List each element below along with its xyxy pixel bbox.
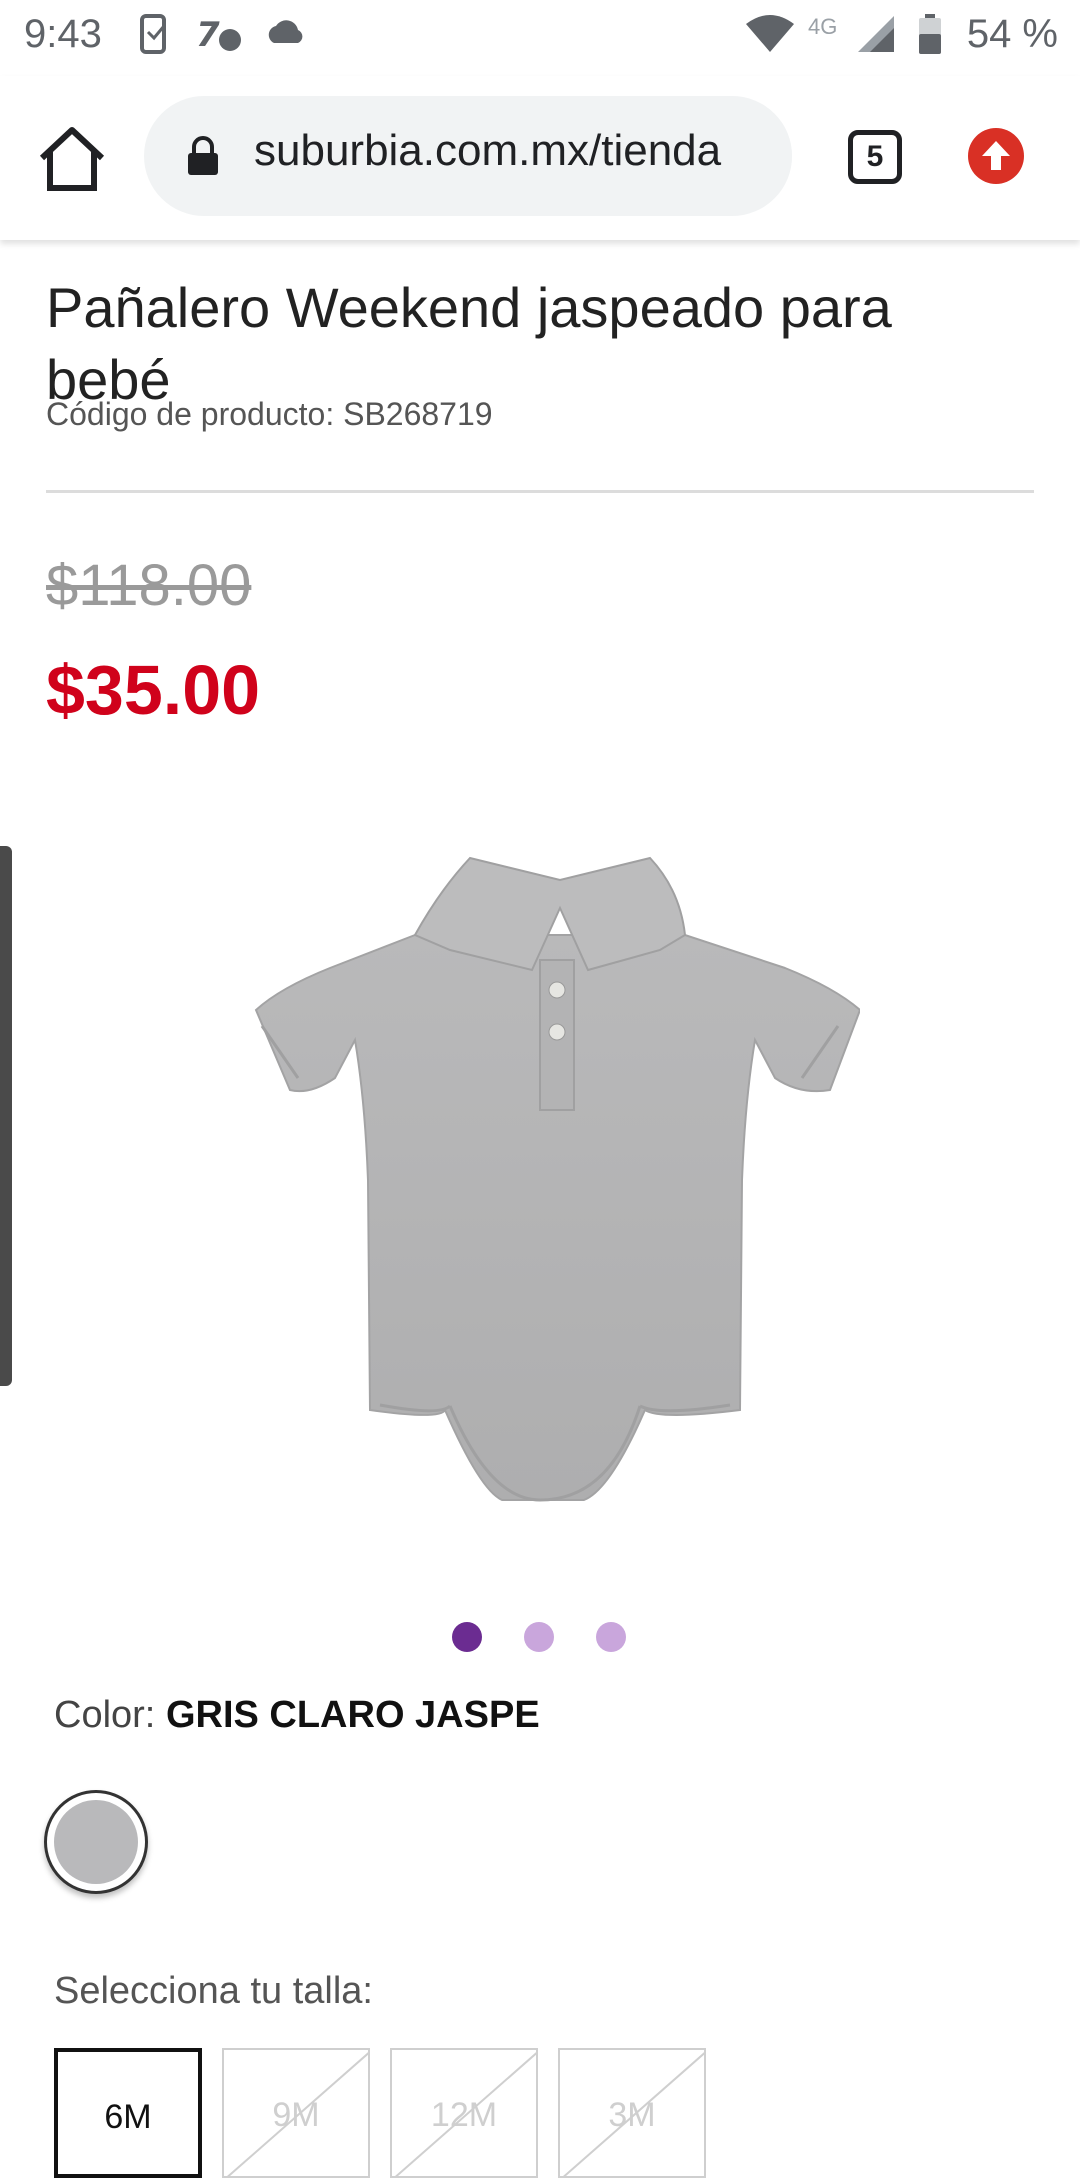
carousel-dot-1[interactable] bbox=[452, 1622, 482, 1652]
battery-percent: 54 % bbox=[966, 12, 1058, 56]
url-fade bbox=[722, 96, 792, 216]
color-value: GRIS CLARO JASPE bbox=[165, 1694, 540, 1736]
size-label-12m: 12M bbox=[430, 2096, 498, 2134]
size-option-3m[interactable]: 3M bbox=[558, 2048, 706, 2178]
image-carousel-dots bbox=[452, 1622, 642, 1654]
sale-price: $35.00 bbox=[46, 651, 261, 729]
url-text: suburbia.com.mx/tienda bbox=[254, 126, 722, 175]
product-title: Pañalero Weekend jaspeado para bebé bbox=[46, 275, 892, 411]
size-option-6m[interactable]: 6M bbox=[54, 2048, 202, 2178]
color-swatch-fill bbox=[54, 1800, 138, 1884]
browser-toolbar: suburbia.com.mx/tienda 5 bbox=[0, 76, 1080, 240]
update-icon[interactable] bbox=[968, 128, 1024, 184]
network-type: 4G bbox=[808, 14, 838, 39]
product-image[interactable] bbox=[240, 850, 862, 1520]
divider bbox=[46, 490, 1034, 493]
address-bar[interactable]: suburbia.com.mx/tienda bbox=[144, 96, 792, 216]
size-option-9m[interactable]: 9M bbox=[222, 2048, 370, 2178]
size-label-6m: 6M bbox=[104, 2098, 152, 2136]
color-label: Color: bbox=[54, 1694, 156, 1736]
scroll-handle[interactable] bbox=[0, 846, 12, 1386]
size-label-9m: 9M bbox=[272, 2096, 320, 2134]
tab-switcher-button[interactable]: 5 bbox=[848, 130, 902, 184]
phone-sync-icon bbox=[138, 14, 172, 64]
wifi-icon bbox=[744, 14, 796, 64]
battery-icon bbox=[918, 14, 942, 66]
status-bar: 9:43 7 4G 54 % bbox=[0, 0, 1080, 76]
cloud-icon bbox=[264, 14, 308, 57]
signal-icon bbox=[856, 14, 896, 64]
svg-text:7: 7 bbox=[196, 15, 220, 54]
status-time: 9:43 bbox=[24, 12, 102, 56]
product-code: Código de producto: SB268719 bbox=[46, 396, 493, 432]
carousel-dot-2[interactable] bbox=[524, 1622, 554, 1652]
color-swatch-gray[interactable] bbox=[44, 1790, 148, 1894]
size-label-3m: 3M bbox=[608, 2096, 656, 2134]
lock-icon bbox=[186, 136, 220, 176]
app-notification-icon: 7 bbox=[196, 14, 246, 64]
size-option-12m[interactable]: 12M bbox=[390, 2048, 538, 2178]
color-selection-label: Color: GRIS CLARO JASPE bbox=[54, 1694, 540, 1737]
home-icon[interactable] bbox=[34, 124, 110, 194]
size-selection-label: Selecciona tu talla: bbox=[54, 1970, 373, 2012]
original-price: $118.00 bbox=[46, 553, 252, 618]
carousel-dot-3[interactable] bbox=[596, 1622, 626, 1652]
